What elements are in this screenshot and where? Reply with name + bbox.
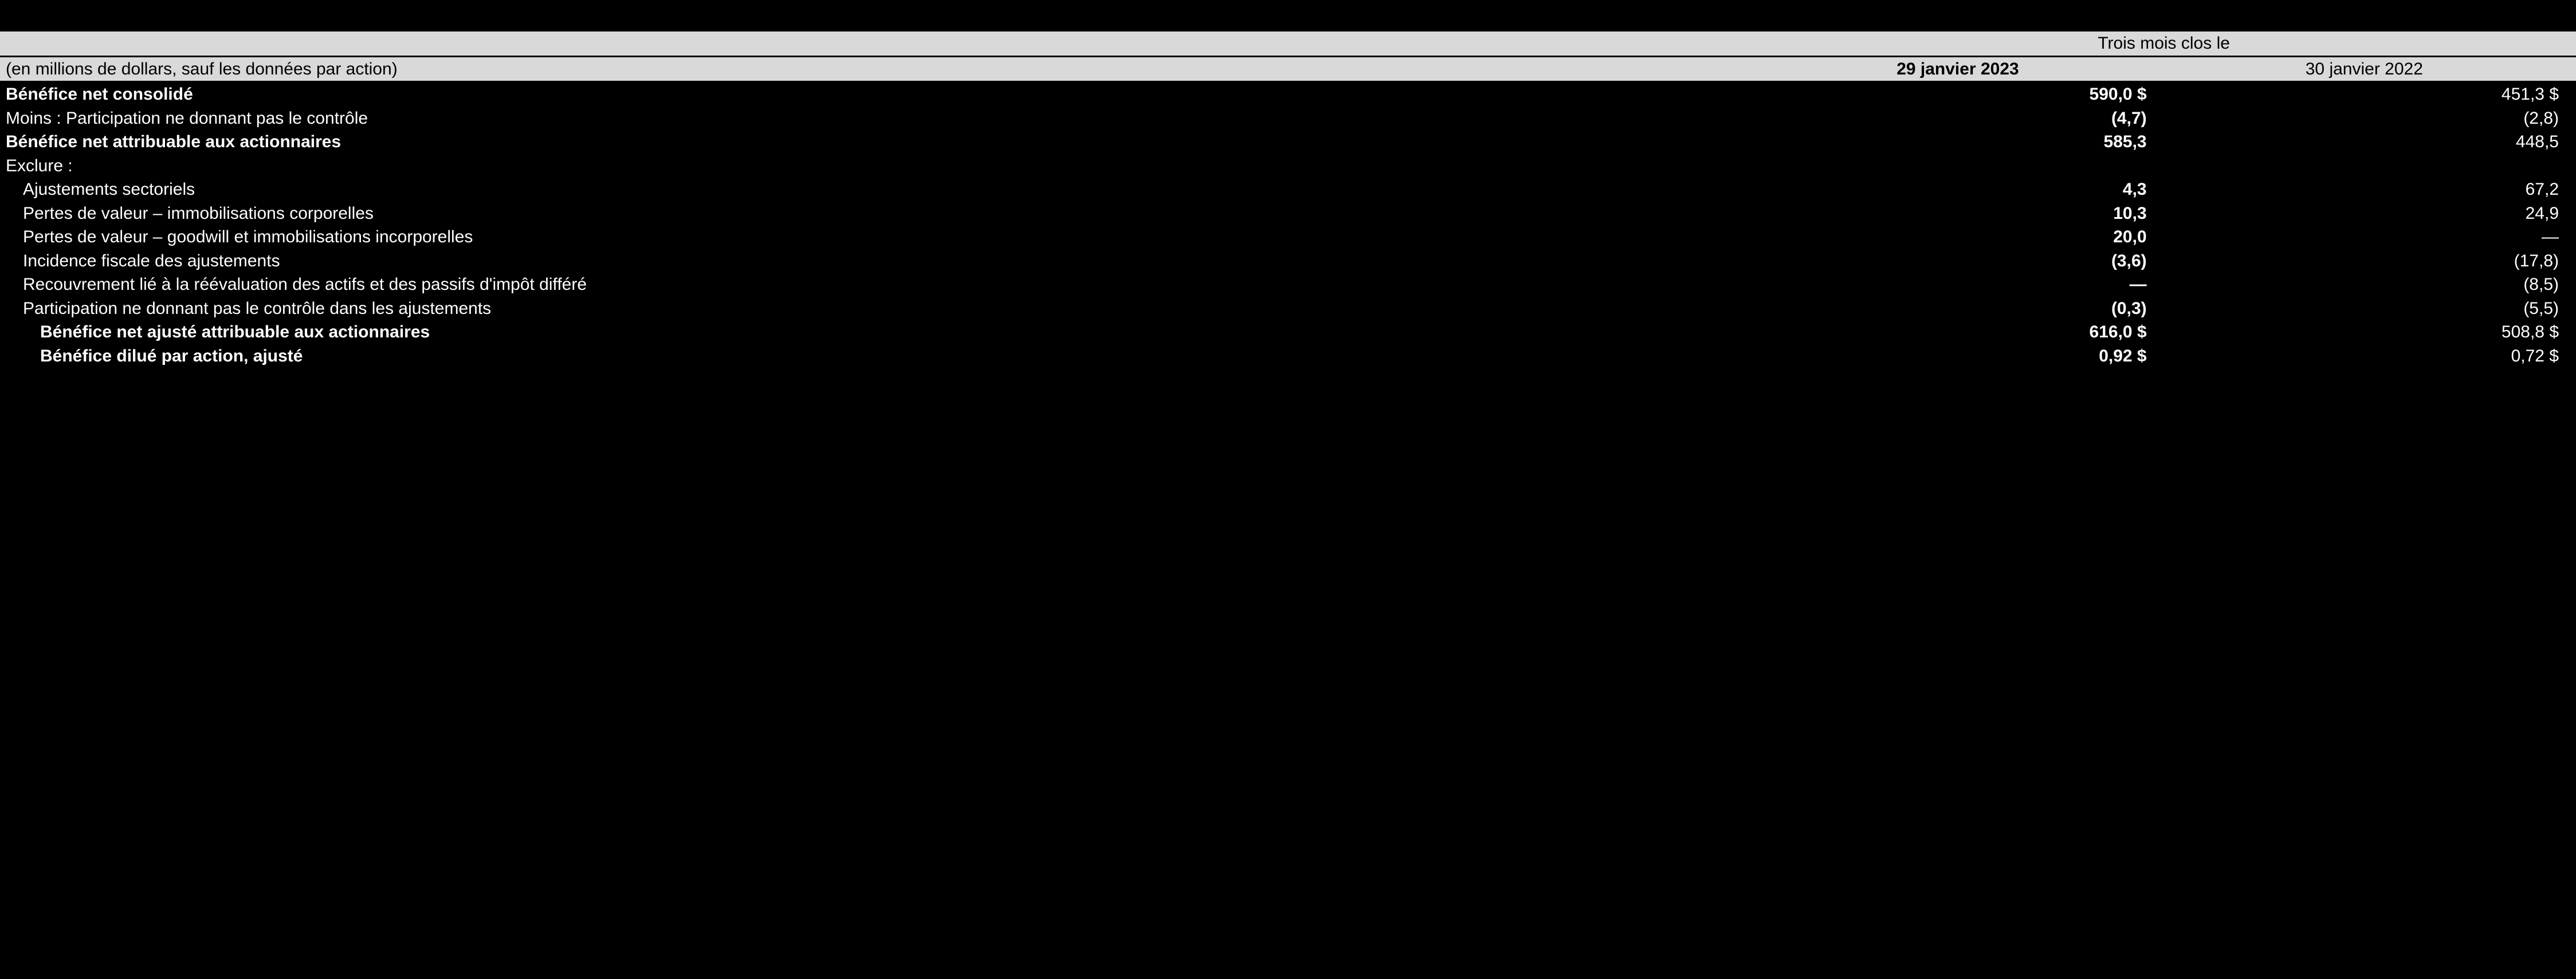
row-value-1: 616,0 $ [1752, 320, 2163, 344]
table-row: Bénéfice net consolidé590,0 $451,3 $ [0, 82, 2576, 107]
row-value-2: 451,3 $ [2164, 82, 2576, 107]
row-value-2: 67,2 [2164, 178, 2576, 202]
header-row-columns: (en millions de dollars, sauf les donnée… [0, 56, 2576, 82]
row-value-2: (2,8) [2164, 107, 2576, 131]
row-value-2: 0,72 $ [2164, 344, 2576, 368]
header-blank [0, 31, 1752, 57]
row-label: Bénéfice dilué par action, ajusté [0, 344, 1752, 368]
period-label: Trois mois clos le [1752, 31, 2576, 57]
units-note: (en millions de dollars, sauf les donnée… [0, 56, 1752, 82]
row-label: Pertes de valeur – goodwill et immobilis… [0, 225, 1752, 249]
row-value-2: (8,5) [2164, 273, 2576, 297]
table-row: Ajustements sectoriels4,367,2 [0, 178, 2576, 202]
row-value-1: 0,92 $ [1752, 344, 2163, 368]
row-value-1: 590,0 $ [1752, 82, 2163, 107]
row-value-1: 585,3 [1752, 130, 2163, 154]
row-value-2 [2164, 154, 2576, 178]
row-value-1: (3,6) [1752, 249, 2163, 273]
table-row: Pertes de valeur – goodwill et immobilis… [0, 225, 2576, 249]
row-label: Pertes de valeur – immobilisations corpo… [0, 202, 1752, 226]
row-label: Bénéfice net ajusté attribuable aux acti… [0, 320, 1752, 344]
row-value-2: — [2164, 225, 2576, 249]
row-label: Bénéfice net attribuable aux actionnaire… [0, 130, 1752, 154]
table-row: Exclure : [0, 154, 2576, 178]
row-value-1: (0,3) [1752, 297, 2163, 321]
table-row: Bénéfice net attribuable aux actionnaire… [0, 130, 2576, 154]
table-row: Bénéfice dilué par action, ajusté0,92 $0… [0, 344, 2576, 368]
row-value-1: (4,7) [1752, 107, 2163, 131]
row-label: Bénéfice net consolidé [0, 82, 1752, 107]
row-value-2: (17,8) [2164, 249, 2576, 273]
row-value-2: 448,5 [2164, 130, 2576, 154]
row-label: Ajustements sectoriels [0, 178, 1752, 202]
row-value-1: 20,0 [1752, 225, 2163, 249]
table-body: Bénéfice net consolidé590,0 $451,3 $Moin… [0, 82, 2576, 368]
row-label: Incidence fiscale des ajustements [0, 249, 1752, 273]
row-value-2: 24,9 [2164, 202, 2576, 226]
row-value-1: 4,3 [1752, 178, 2163, 202]
table-row: Participation ne donnant pas le contrôle… [0, 297, 2576, 321]
row-value-1: — [1752, 273, 2163, 297]
row-label: Exclure : [0, 154, 1752, 178]
row-value-2: 508,8 $ [2164, 320, 2576, 344]
table-row: Bénéfice net ajusté attribuable aux acti… [0, 320, 2576, 344]
column-header-1: 29 janvier 2023 [1752, 56, 2163, 82]
header-row-period: Trois mois clos le [0, 31, 2576, 57]
row-label: Participation ne donnant pas le contrôle… [0, 297, 1752, 321]
table-row: Recouvrement lié à la réévaluation des a… [0, 273, 2576, 297]
row-label: Recouvrement lié à la réévaluation des a… [0, 273, 1752, 297]
row-value-1 [1752, 154, 2163, 178]
financial-table-page: Trois mois clos le (en millions de dolla… [0, 0, 2576, 391]
table-row: Moins : Participation ne donnant pas le … [0, 107, 2576, 131]
row-value-1: 10,3 [1752, 202, 2163, 226]
row-value-2: (5,5) [2164, 297, 2576, 321]
financial-table: Trois mois clos le (en millions de dolla… [0, 30, 2576, 368]
table-row: Incidence fiscale des ajustements(3,6)(1… [0, 249, 2576, 273]
column-header-2: 30 janvier 2022 [2164, 56, 2576, 82]
table-row: Pertes de valeur – immobilisations corpo… [0, 202, 2576, 226]
row-label: Moins : Participation ne donnant pas le … [0, 107, 1752, 131]
